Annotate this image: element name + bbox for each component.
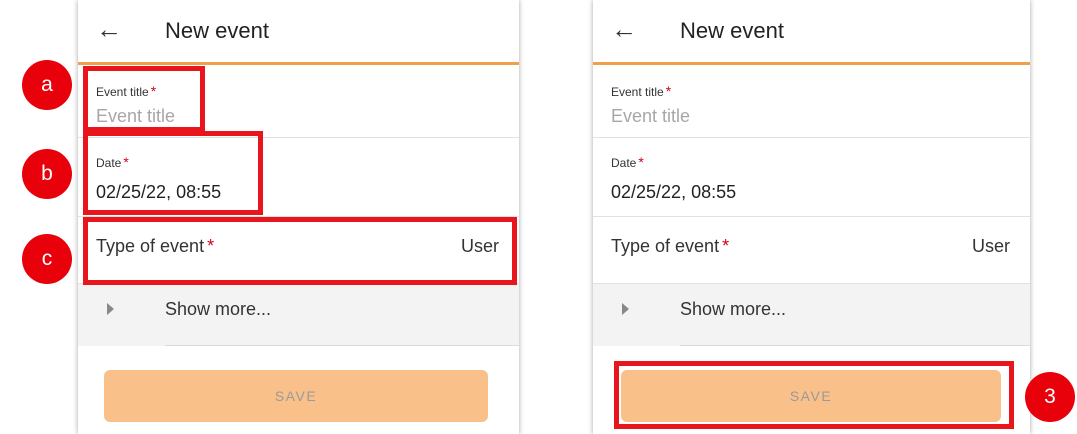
page-title: New event	[680, 18, 784, 43]
show-more-row[interactable]: Show more...	[78, 284, 519, 346]
date-label: Date *	[611, 154, 644, 170]
highlight-box-a	[83, 66, 205, 132]
callout-badge-a: a	[22, 60, 72, 110]
event-title-field[interactable]: Event title * Event title	[593, 65, 1030, 138]
event-title-input[interactable]: Event title	[611, 106, 690, 127]
required-asterisk: *	[665, 83, 672, 99]
event-title-label: Event title *	[611, 83, 672, 99]
back-arrow-icon[interactable]: ←	[96, 14, 122, 44]
type-of-event-value[interactable]: User	[972, 236, 1010, 257]
app-bar: ← New event	[78, 0, 519, 65]
divider	[165, 345, 519, 346]
callout-badge-b: b	[22, 149, 72, 199]
type-of-event-field[interactable]: Type of event * User	[593, 217, 1030, 284]
highlight-box-b	[83, 131, 263, 215]
highlight-box-c	[83, 217, 517, 285]
divider	[680, 345, 1030, 346]
callout-badge-3: 3	[1025, 372, 1075, 422]
required-asterisk: *	[638, 154, 644, 170]
app-bar: ← New event	[593, 0, 1030, 65]
highlight-box-save	[614, 361, 1014, 429]
type-of-event-label: Type of event *	[611, 236, 730, 256]
expand-caret-icon[interactable]	[622, 303, 629, 315]
expand-caret-icon[interactable]	[107, 303, 114, 315]
save-button[interactable]: SAVE	[104, 370, 488, 422]
show-more-label[interactable]: Show more...	[680, 299, 786, 320]
date-value[interactable]: 02/25/22, 08:55	[611, 182, 736, 203]
show-more-row[interactable]: Show more...	[593, 284, 1030, 346]
date-field[interactable]: Date * 02/25/22, 08:55	[593, 138, 1030, 217]
callout-badge-c: c	[22, 234, 72, 284]
back-arrow-icon[interactable]: ←	[611, 14, 637, 44]
required-asterisk: *	[722, 236, 730, 256]
show-more-label[interactable]: Show more...	[165, 299, 271, 320]
page-title: New event	[165, 18, 269, 43]
